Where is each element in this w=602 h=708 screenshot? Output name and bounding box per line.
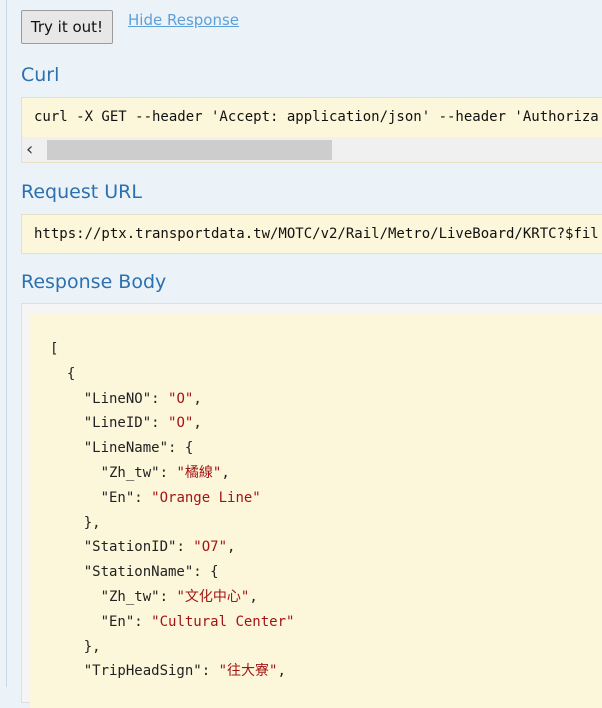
json-punctuation: }, (83, 638, 101, 655)
json-punctuation: , (193, 390, 202, 407)
json-line: "TripHeadSign": "往大寮", (50, 659, 294, 684)
json-punctuation: [ (50, 341, 59, 357)
json-line: { (50, 362, 294, 387)
json-key: "En" (100, 489, 135, 506)
json-line: "LineNO": "O", (50, 387, 294, 412)
json-line: [ (50, 337, 294, 362)
scrollbar-thumb[interactable] (47, 140, 332, 160)
json-key: "LineName" (83, 440, 169, 457)
horizontal-scrollbar[interactable]: ‹ (22, 137, 602, 162)
json-punctuation: }, (83, 514, 101, 531)
try-it-out-button[interactable]: Try it out! (21, 10, 113, 44)
json-string-value: "O" (168, 415, 194, 432)
json-key: "LineNO" (83, 390, 152, 407)
json-punctuation: , (227, 539, 236, 556)
panel-border (6, 0, 7, 687)
json-lines: [ { "LineNO": "O", "LineID": "O", "LineN… (50, 337, 294, 684)
json-punctuation: , (193, 415, 202, 432)
json-punctuation: : (159, 464, 177, 481)
json-string-value: "Orange Line" (151, 489, 261, 506)
json-key: "StationName" (83, 564, 194, 581)
json-line: }, (50, 635, 294, 660)
json-key: "Zh_tw" (100, 464, 160, 481)
json-line: "LineID": "O", (50, 411, 294, 436)
response-body-block: [ { "LineNO": "O", "LineID": "O", "LineN… (21, 303, 602, 708)
json-line: "Zh_tw": "文化中心", (50, 585, 294, 610)
json-punctuation: , (277, 663, 286, 680)
json-punctuation: { (66, 365, 76, 382)
json-punctuation: : (134, 489, 152, 506)
json-punctuation: : { (168, 440, 194, 457)
json-key: "StationID" (83, 539, 177, 556)
json-line: "Zh_tw": "橘線", (50, 461, 294, 486)
curl-command: curl -X GET --header 'Accept: applicatio… (34, 109, 599, 125)
curl-block: curl -X GET --header 'Accept: applicatio… (21, 97, 602, 163)
json-key: "Zh_tw" (100, 588, 160, 605)
json-string-value: "Cultural Center" (151, 613, 295, 630)
json-line: "StationName": { (50, 560, 294, 585)
json-line: "StationID": "O7", (50, 535, 294, 560)
json-line: "LineName": { (50, 436, 294, 461)
json-key: "TripHeadSign" (83, 663, 202, 680)
hide-response-link[interactable]: Hide Response (128, 11, 239, 29)
chevron-left-icon[interactable]: ‹ (26, 141, 33, 159)
json-punctuation: , (249, 588, 258, 605)
json-punctuation: : (151, 390, 169, 407)
json-key: "LineID" (83, 415, 152, 432)
response-body-code: [ { "LineNO": "O", "LineID": "O", "LineN… (30, 313, 602, 708)
json-punctuation: : (134, 613, 152, 630)
request-url-block: https://ptx.transportdata.tw/MOTC/v2/Rai… (21, 214, 602, 254)
json-punctuation: : { (193, 564, 219, 581)
json-line: "En": "Cultural Center" (50, 610, 295, 635)
json-punctuation: : (159, 588, 177, 605)
json-line: "En": "Orange Line" (50, 486, 294, 511)
json-string-value: "O7" (193, 539, 228, 556)
json-line: }, (50, 511, 294, 536)
json-string-value: "文化中心" (176, 588, 250, 605)
json-string-value: "橘線" (176, 464, 222, 481)
response-body-heading: Response Body (21, 271, 167, 293)
request-url-heading: Request URL (21, 181, 142, 203)
request-url-text: https://ptx.transportdata.tw/MOTC/v2/Rai… (34, 226, 599, 242)
json-punctuation: : (151, 415, 169, 432)
json-punctuation: : (176, 539, 194, 556)
json-string-value: "O" (168, 390, 194, 407)
json-punctuation: , (221, 464, 230, 481)
json-string-value: "往大寮" (218, 663, 278, 680)
json-key: "En" (100, 613, 135, 630)
json-punctuation: : (201, 663, 219, 680)
curl-heading: Curl (21, 64, 60, 86)
